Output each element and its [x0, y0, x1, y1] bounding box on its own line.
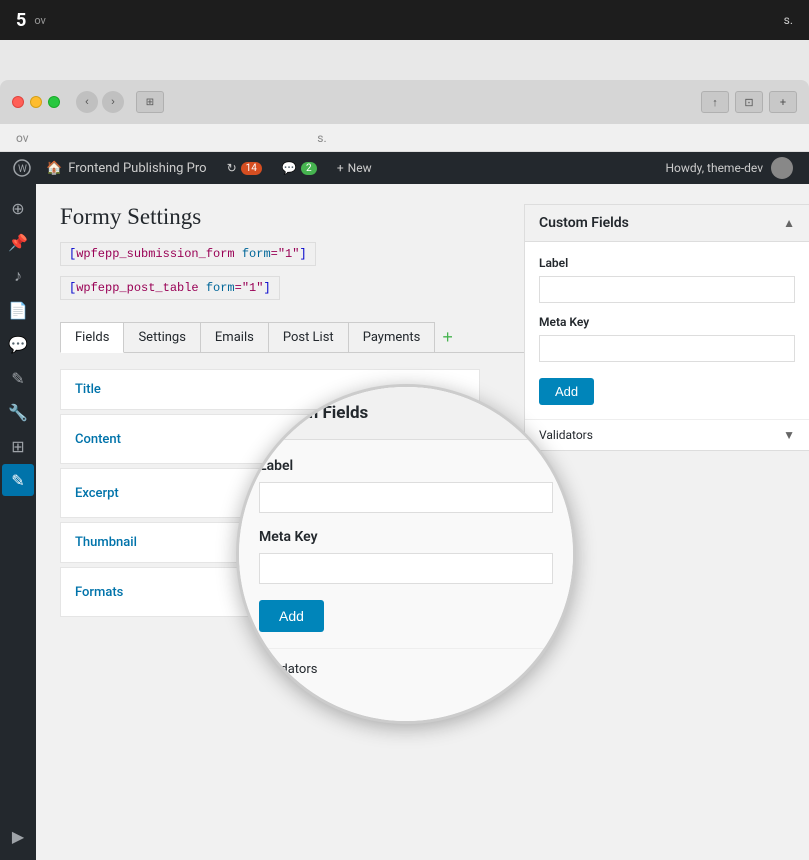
comments-icon: 💬	[282, 161, 297, 175]
add-tab-button[interactable]: +	[434, 322, 461, 352]
sidebar-icon-edit[interactable]: ✎	[2, 362, 34, 394]
field-expand-formats[interactable]: ▼	[441, 580, 465, 604]
field-expand-excerpt[interactable]: ▼	[441, 481, 465, 505]
label-input[interactable]	[539, 276, 795, 303]
right-panel-title: Custom Fields	[539, 215, 629, 231]
admin-bar-right: Howdy, theme-dev	[657, 157, 801, 179]
close-button[interactable]	[12, 96, 24, 108]
top-subtitle: ov	[34, 14, 46, 27]
shortcode-1[interactable]: [wpfepp_submission_form form="1"]	[60, 242, 316, 266]
sidebar-icon-pages[interactable]: 📄	[2, 294, 34, 326]
main-layout: ⊕ 📌 ♪ 📄 💬 ✎ 🔧 ⊞ ✎ ▶ Formy Settings [wpfe…	[0, 184, 809, 860]
shortcode-2[interactable]: [wpfepp_post_table form="1"]	[60, 276, 280, 300]
field-item-content[interactable]: Content ▼	[60, 414, 480, 464]
validators-row[interactable]: Validators ▼	[525, 419, 809, 450]
validators-label: Validators	[539, 428, 593, 442]
tab-emails[interactable]: Emails	[200, 322, 269, 352]
add-button[interactable]: Add	[539, 378, 594, 405]
sidebar: ⊕ 📌 ♪ 📄 💬 ✎ 🔧 ⊞ ✎ ▶	[0, 184, 36, 860]
sidebar-icon-tools[interactable]: 🔧	[2, 396, 34, 428]
wp-admin-bar: W 🏠 Frontend Publishing Pro ↻ 14 💬 2 + N…	[0, 152, 809, 184]
howdy-text: Howdy, theme-dev	[665, 161, 763, 175]
wp-logo[interactable]: W	[8, 152, 36, 184]
site-name[interactable]: 🏠 Frontend Publishing Pro	[36, 152, 217, 184]
panel-collapse-button[interactable]: ▲	[783, 216, 795, 230]
sidebar-icon-comments[interactable]: 💬	[2, 328, 34, 360]
sidebar-icon-active[interactable]: ✎	[2, 464, 34, 496]
forward-button[interactable]: ›	[102, 91, 124, 113]
right-panel-body: Label Meta Key Add	[525, 242, 809, 419]
new-item[interactable]: + New	[327, 152, 382, 184]
right-panel-header: Custom Fields ▲	[525, 205, 809, 242]
validators-expand-icon: ▼	[783, 428, 795, 442]
field-item-formats[interactable]: Formats ▼	[60, 567, 480, 617]
sidebar-icon-dashboard[interactable]: ⊕	[2, 192, 34, 224]
sidebar-icon-music[interactable]: ♪	[2, 260, 34, 292]
nav-arrows: ‹ ›	[76, 91, 124, 113]
comments-item[interactable]: 💬 2	[272, 152, 327, 184]
announce-text: ov s.	[16, 131, 327, 145]
field-item-excerpt[interactable]: Excerpt ▼	[60, 468, 480, 518]
browser-toolbar-right: ↑ ⊡ +	[701, 91, 797, 113]
traffic-lights	[12, 96, 60, 108]
maximize-button[interactable]	[48, 96, 60, 108]
meta-key-label: Meta Key	[539, 315, 795, 329]
comments-badge: 2	[301, 162, 317, 175]
announce-bar: ov s.	[0, 124, 809, 152]
tab-icon[interactable]: ⊞	[136, 91, 164, 113]
field-item-title[interactable]: Title	[60, 369, 480, 410]
meta-key-input[interactable]	[539, 335, 795, 362]
tab-fields[interactable]: Fields	[60, 322, 124, 353]
label-field-label: Label	[539, 256, 795, 270]
field-name-formats: Formats	[75, 585, 123, 600]
updates-item[interactable]: ↻ 14	[217, 152, 272, 184]
sidebar-icon-play[interactable]: ▶	[2, 820, 34, 852]
avatar	[771, 157, 793, 179]
field-name-content: Content	[75, 432, 121, 447]
tab-payments[interactable]: Payments	[348, 322, 436, 352]
field-item-thumbnail[interactable]: Thumbnail	[60, 522, 480, 563]
field-name-excerpt: Excerpt	[75, 486, 119, 501]
new-tab-button[interactable]: +	[769, 91, 797, 113]
minimize-button[interactable]	[30, 96, 42, 108]
fields-list: Title Content ▼ Excerpt ▼ Thumbnail Form…	[60, 369, 480, 621]
zoom-validators-icon: ▼	[540, 661, 553, 677]
browser-chrome: ‹ › ⊞ ↑ ⊡ +	[0, 80, 809, 124]
tab-post-list[interactable]: Post List	[268, 322, 349, 352]
right-panel: Custom Fields ▲ Label Meta Key Add Valid…	[524, 204, 809, 451]
top-bar: 5 ov s.	[0, 0, 809, 40]
zoom-validators-label: Validators	[259, 662, 317, 677]
svg-text:W: W	[18, 164, 27, 175]
back-button[interactable]: ‹	[76, 91, 98, 113]
field-name-title: Title	[75, 382, 101, 397]
expand-button[interactable]: ⊡	[735, 91, 763, 113]
zoom-validators-row[interactable]: Validators ▼	[259, 648, 553, 677]
field-name-thumbnail: Thumbnail	[75, 535, 137, 550]
top-subtitle-end: s.	[784, 13, 793, 27]
new-plus-icon: +	[337, 161, 344, 175]
tab-settings[interactable]: Settings	[123, 322, 200, 352]
updates-icon: ↻	[227, 161, 237, 175]
site-name-label: Frontend Publishing Pro	[68, 161, 206, 176]
content-area: Formy Settings [wpfepp_submission_form f…	[36, 184, 809, 860]
sidebar-icon-grid[interactable]: ⊞	[2, 430, 34, 462]
field-expand-content[interactable]: ▼	[441, 427, 465, 451]
top-title: 5	[16, 10, 26, 31]
share-button[interactable]: ↑	[701, 91, 729, 113]
home-icon: 🏠	[46, 161, 62, 176]
admin-bar-items: ↻ 14 💬 2 + New	[217, 152, 382, 184]
new-label: New	[348, 161, 372, 175]
updates-badge: 14	[241, 162, 262, 175]
sidebar-icon-pin[interactable]: 📌	[2, 226, 34, 258]
